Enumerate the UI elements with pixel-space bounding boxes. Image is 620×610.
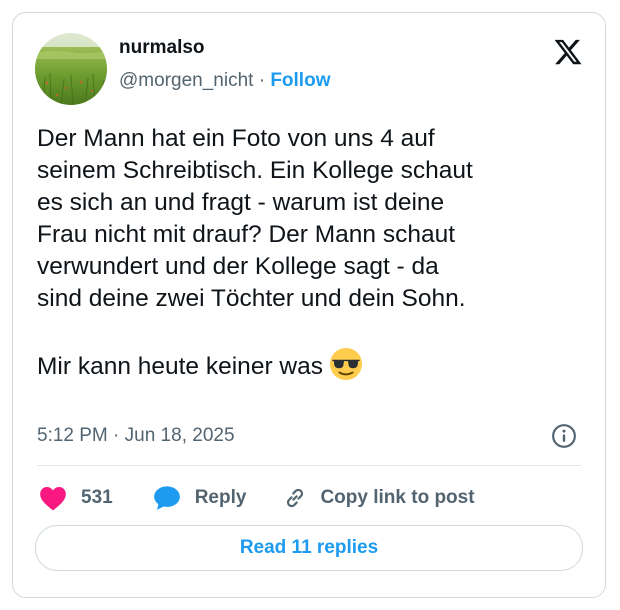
tweet-closing-line: Mir kann heute keiner was (37, 347, 587, 383)
heart-icon (40, 487, 66, 511)
tweet-text: Der Mann hat ein Foto von uns 4 auf sein… (37, 125, 473, 312)
like-count: 531 (81, 487, 113, 508)
x-logo-icon[interactable] (553, 37, 583, 67)
avatar[interactable] (35, 33, 107, 105)
info-icon[interactable] (551, 423, 577, 449)
author-handle-row: @morgen_nicht · Follow (119, 70, 330, 92)
copy-link-label: Copy link to post (320, 487, 475, 508)
tweet-card: nurmalso @morgen_nicht · Follow Der Mann… (12, 12, 606, 598)
sunglasses-face-emoji-icon (329, 347, 363, 381)
read-replies-button[interactable]: Read 11 replies (35, 525, 583, 571)
read-replies-label: Read 11 replies (239, 537, 379, 558)
tweet-timestamp[interactable]: 5:12 PM · Jun 18, 2025 (37, 425, 235, 447)
follow-button[interactable]: Follow (270, 70, 330, 91)
divider (37, 465, 581, 466)
like-button[interactable]: 531 (39, 485, 113, 511)
action-bar: 531 Reply Copy link to post (39, 483, 475, 513)
copy-link-button[interactable]: Copy link to post (282, 485, 475, 511)
handle-separator: · (253, 70, 271, 91)
closing-line-text: Mir kann heute keiner was (37, 353, 323, 380)
link-icon (287, 488, 304, 508)
author-handle[interactable]: @morgen_nicht (119, 70, 253, 91)
reply-label: Reply (194, 487, 247, 508)
reply-button[interactable]: Reply (153, 485, 247, 511)
tweet-body: Der Mann hat ein Foto von uns 4 auf sein… (37, 123, 587, 383)
speech-bubble-icon (153, 486, 180, 510)
grass-field-avatar-icon (35, 33, 107, 105)
author-display-name[interactable]: nurmalso (119, 37, 205, 59)
